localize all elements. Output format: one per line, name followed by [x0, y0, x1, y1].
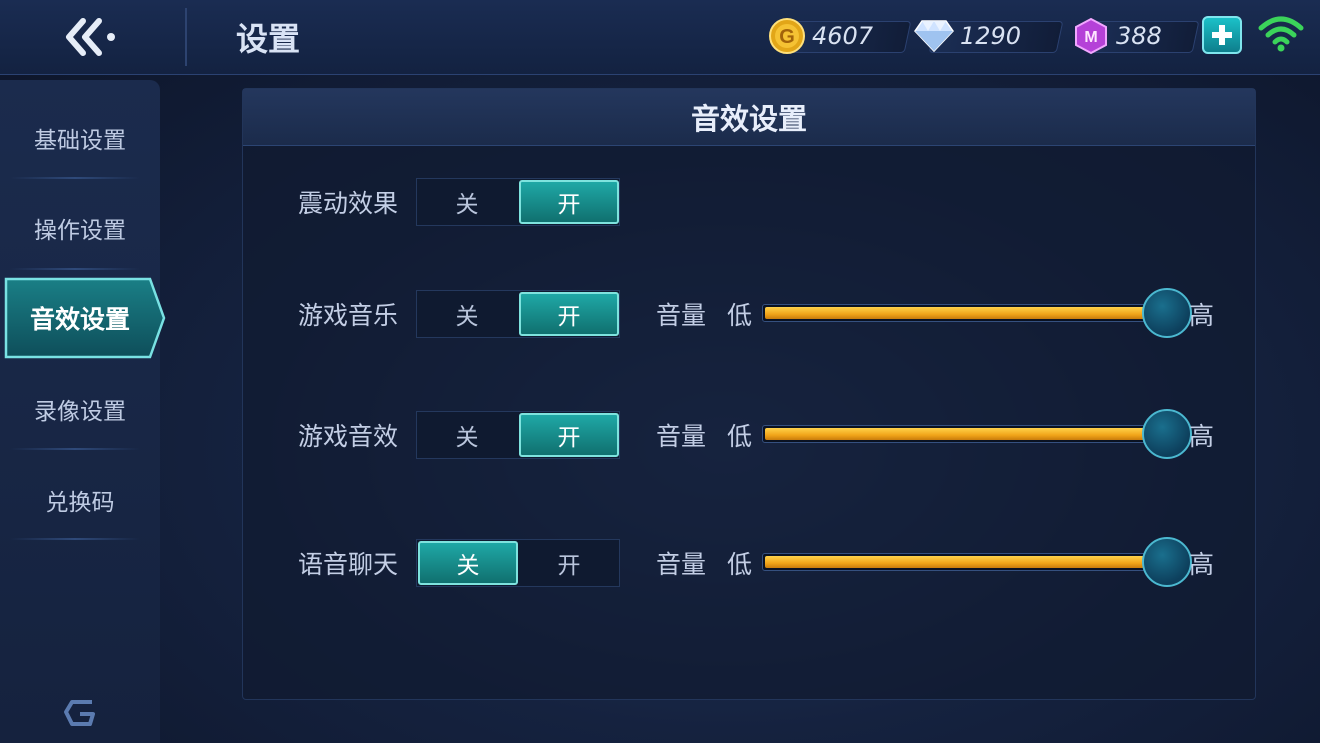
- sound-effects-volume-label: 音量: [656, 422, 707, 451]
- diamond-icon: [914, 20, 954, 53]
- music-on-option[interactable]: 开: [519, 292, 619, 336]
- add-currency-button[interactable]: [1202, 16, 1242, 54]
- voice-chat-off-option[interactable]: 关: [418, 541, 518, 585]
- sound-effects-volume-slider[interactable]: [762, 425, 1182, 443]
- sidebar-item-label: 兑换码: [45, 490, 115, 516]
- sidebar-item-label: 音效设置: [29, 305, 130, 334]
- panel-title: 音效设置: [690, 102, 807, 136]
- sidebar-divider: [10, 448, 140, 450]
- voice-chat-volume-low-label: 低: [727, 550, 753, 579]
- sidebar-divider: [10, 177, 140, 179]
- music-label: 游戏音乐: [298, 301, 399, 330]
- music-volume-low-label: 低: [727, 301, 753, 330]
- music-toggle: 关 开: [416, 290, 620, 338]
- music-volume-high-label: 高: [1189, 301, 1215, 330]
- diamond-amount: 1290: [960, 22, 1022, 50]
- header-divider: [185, 8, 187, 66]
- sound-settings-panel: 音效设置: [242, 88, 1256, 700]
- gem-counter: M 388: [1072, 17, 1200, 55]
- top-bar: 设置 G 4607 1290 M 388: [0, 0, 1320, 75]
- voice-chat-on-option[interactable]: 开: [519, 540, 619, 586]
- gem-amount: 388: [1116, 22, 1162, 50]
- svg-text:G: G: [779, 26, 795, 48]
- sidebar-item-redeem-code[interactable]: 兑换码: [0, 456, 160, 544]
- voice-chat-volume-label: 音量: [656, 550, 707, 579]
- sidebar-item-control-settings[interactable]: 操作设置: [0, 184, 160, 272]
- gold-amount: 4607: [812, 22, 874, 50]
- sidebar-item-basic-settings[interactable]: 基础设置: [0, 94, 160, 182]
- vibration-on-option[interactable]: 开: [519, 180, 619, 224]
- music-volume-fill: [765, 307, 1145, 319]
- game-logo-icon: [64, 700, 95, 726]
- double-chevron-left-icon: [66, 18, 115, 56]
- sound-effects-on-option[interactable]: 开: [519, 413, 619, 457]
- voice-chat-label: 语音聊天: [298, 550, 399, 579]
- sound-effects-off-option[interactable]: 关: [417, 412, 517, 458]
- plus-icon: [1212, 25, 1232, 45]
- sound-effects-label: 游戏音效: [298, 422, 399, 451]
- sidebar-item-label: 录像设置: [34, 399, 126, 425]
- sidebar-item-replay-settings[interactable]: 录像设置: [0, 365, 160, 453]
- voice-chat-volume-fill: [765, 556, 1145, 568]
- voice-chat-volume-slider[interactable]: [762, 553, 1182, 571]
- sidebar-item-sound-settings[interactable]: 音效设置: [4, 277, 156, 359]
- sound-effects-volume-high-label: 高: [1189, 422, 1215, 451]
- vibration-off-option[interactable]: 关: [417, 179, 517, 225]
- vibration-label: 震动效果: [298, 189, 399, 218]
- gold-counter: G 4607: [768, 18, 912, 54]
- voice-chat-volume-high-label: 高: [1189, 550, 1215, 579]
- sound-effects-volume-fill: [765, 428, 1145, 440]
- gold-coin-icon: G: [769, 18, 805, 54]
- vibration-toggle: 关 开: [416, 178, 620, 226]
- sidebar-divider: [10, 538, 140, 540]
- wifi-signal-icon: [1258, 16, 1304, 52]
- music-volume-slider[interactable]: [762, 304, 1182, 322]
- sound-effects-volume-low-label: 低: [727, 422, 753, 451]
- sidebar-divider: [10, 268, 140, 270]
- voice-chat-volume-knob[interactable]: [1142, 537, 1192, 587]
- purple-gem-icon: M: [1075, 17, 1107, 55]
- music-off-option[interactable]: 关: [417, 291, 517, 337]
- sidebar-item-label: 操作设置: [34, 218, 126, 244]
- sound-effects-toggle: 关 开: [416, 411, 620, 459]
- sound-effects-volume-knob[interactable]: [1142, 409, 1192, 459]
- svg-text:M: M: [1084, 29, 1097, 46]
- sidebar-item-label: 基础设置: [34, 128, 126, 154]
- voice-chat-toggle: 关 开: [416, 539, 620, 587]
- music-volume-knob[interactable]: [1142, 288, 1192, 338]
- music-volume-label: 音量: [656, 301, 707, 330]
- back-button[interactable]: [54, 12, 128, 62]
- diamond-counter: 1290: [914, 18, 1064, 54]
- page-title: 设置: [236, 20, 301, 58]
